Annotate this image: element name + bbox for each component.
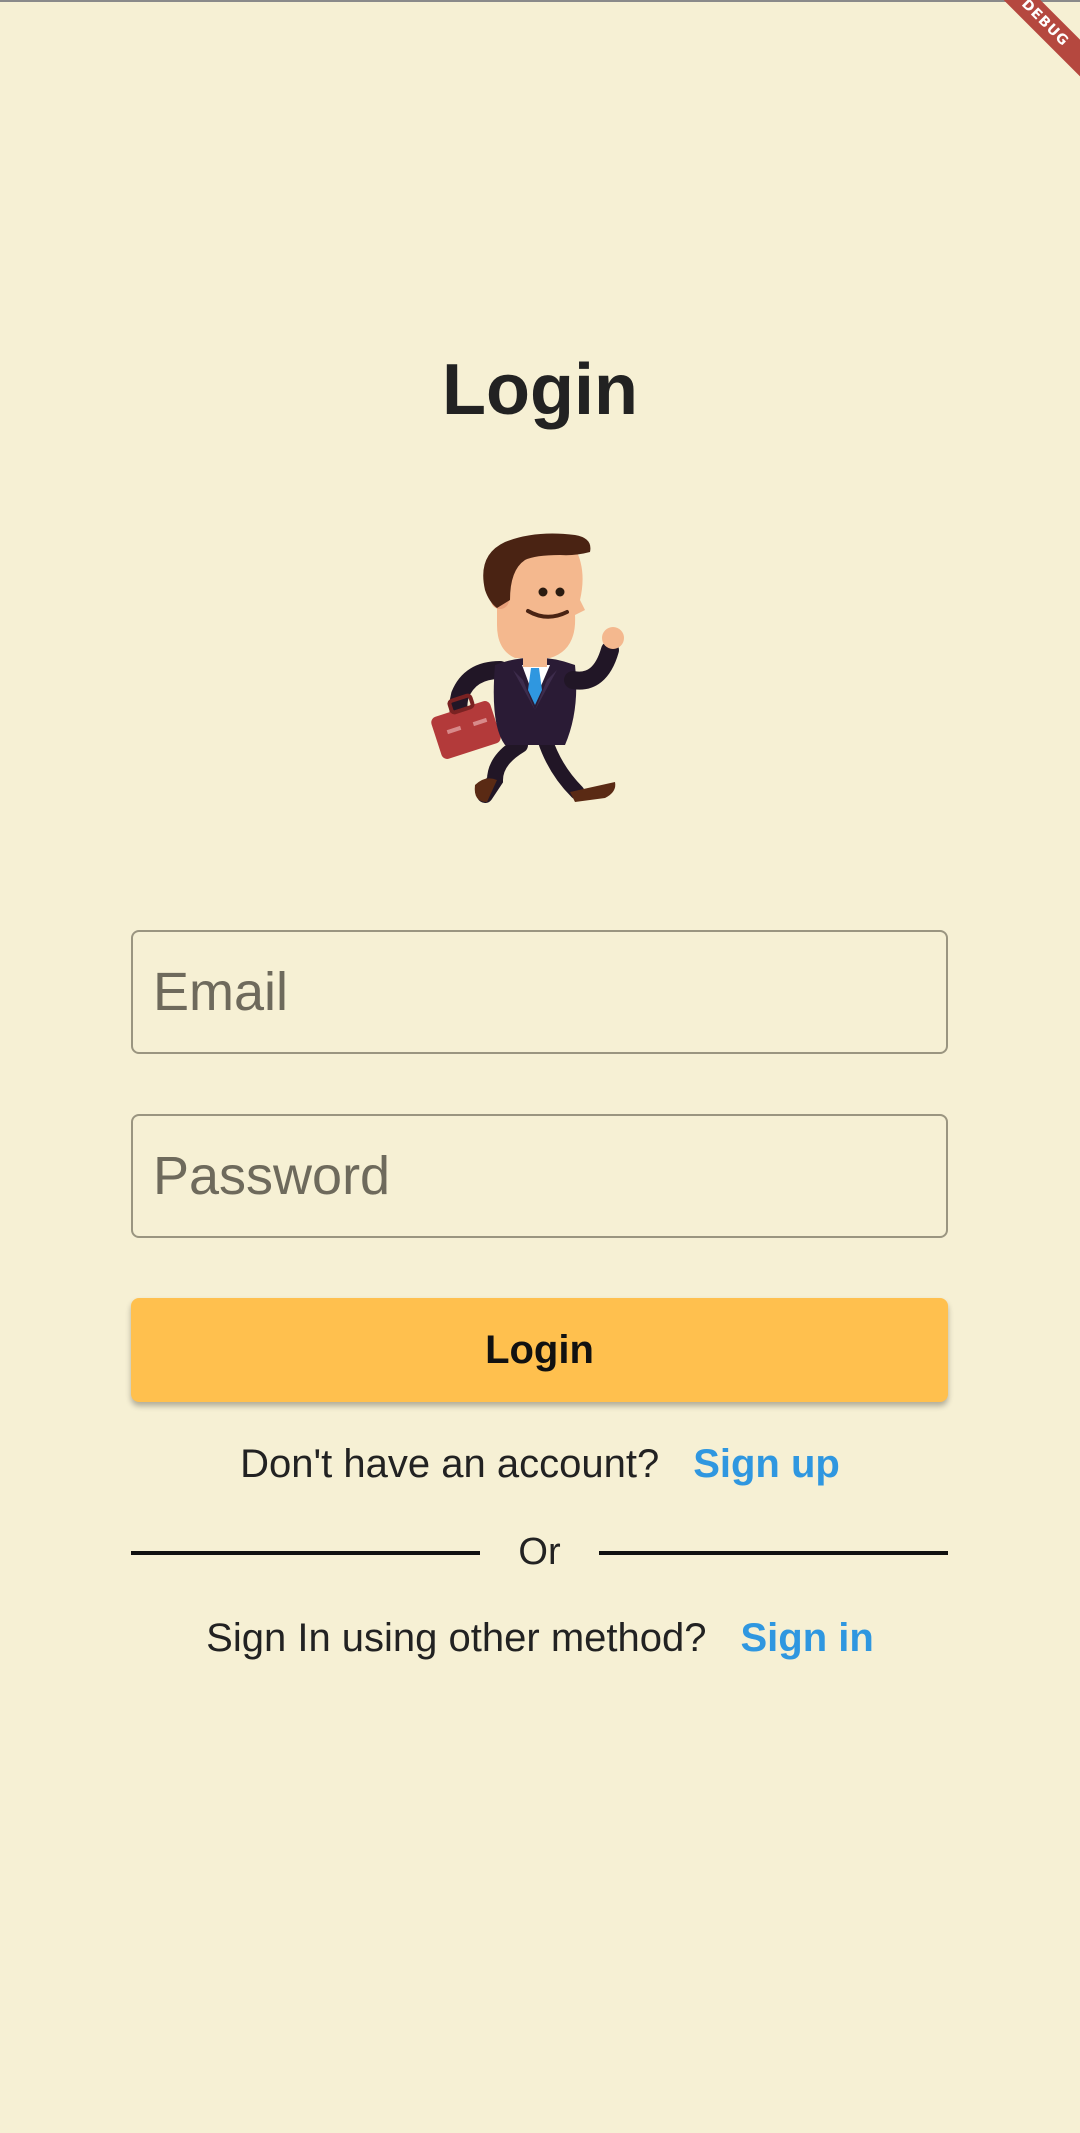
signup-link[interactable]: Sign up <box>693 1442 840 1486</box>
email-field[interactable] <box>131 930 948 1054</box>
or-divider: Or <box>131 1530 948 1574</box>
top-border <box>0 0 1080 2</box>
email-input[interactable] <box>133 932 946 1052</box>
password-input[interactable] <box>133 1116 946 1236</box>
divider-line-right <box>599 1551 948 1555</box>
page-title: Login <box>442 350 638 430</box>
signin-prompt: Sign In using other method? <box>206 1616 707 1660</box>
signup-row: Don't have an account? Sign up <box>0 1436 1080 1492</box>
signup-prompt: Don't have an account? <box>240 1442 660 1486</box>
signin-link[interactable]: Sign in <box>741 1616 874 1660</box>
businessman-walking-icon <box>431 533 624 803</box>
debug-banner: DEBUG <box>990 0 1080 90</box>
password-field[interactable] <box>131 1114 948 1238</box>
signin-row: Sign In using other method? Sign in <box>0 1610 1080 1666</box>
login-button[interactable]: Login <box>131 1298 948 1402</box>
debug-banner-label: DEBUG <box>990 0 1080 86</box>
